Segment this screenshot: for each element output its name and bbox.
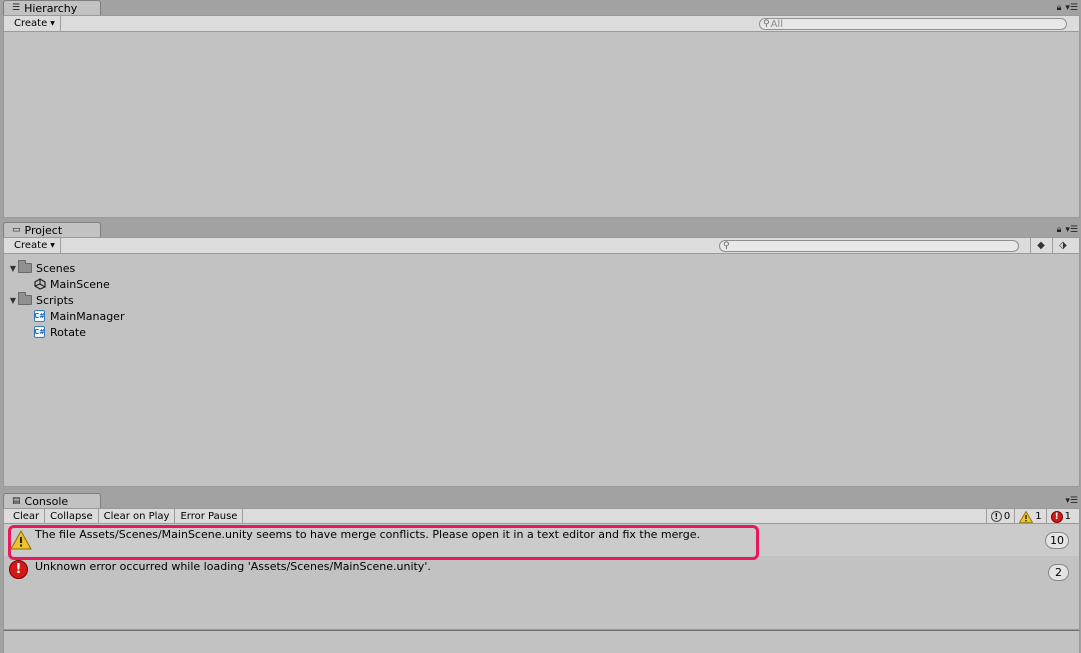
log-entry-warning[interactable]: The file Assets/Scenes/MainScene.unity s… (4, 524, 1079, 556)
unity-scene-icon (34, 278, 46, 290)
error-icon: ! (9, 560, 28, 579)
filter-by-type-button[interactable]: ◆ (1030, 238, 1051, 253)
lock-icon[interactable]: 🔒︎ (1057, 3, 1062, 13)
error-toggle[interactable]: ! 1 (1045, 509, 1075, 524)
console-tab-label: Console (24, 494, 69, 508)
project-tabbar: ▭ Project 🔒︎ ▾☰ (3, 222, 1080, 237)
csharp-script-icon: C# (34, 326, 46, 338)
clear-button[interactable]: Clear (4, 509, 46, 523)
project-search-input[interactable]: ⚲ (719, 240, 1019, 252)
info-count: 0 (1003, 511, 1011, 522)
warning-count: 1 (1035, 511, 1042, 522)
tab-hierarchy[interactable]: ☰ Hierarchy (3, 0, 101, 15)
clear-label: Clear (13, 510, 40, 522)
hierarchy-panel: ☰ Hierarchy 🔒︎ ▾☰ Create ▼ ⚲ All (3, 0, 1080, 218)
warning-toggle[interactable]: 1 (1014, 509, 1045, 524)
folder-tab-icon: ▭ (12, 224, 21, 235)
tree-label: Scripts (36, 293, 74, 307)
project-toolbar: Create ▼ ⚲ ◆ ⬗ (3, 237, 1080, 254)
caret-down-icon: ▼ (50, 242, 55, 249)
log-message: The file Assets/Scenes/MainScene.unity s… (35, 528, 700, 541)
hierarchy-tab-label: Hierarchy (24, 1, 78, 15)
console-tab-icon: ▤ (12, 495, 21, 506)
tree-label: Scenes (36, 261, 76, 275)
log-entry-error[interactable]: ! Unknown error occurred while loading '… (4, 556, 1079, 588)
tree-item-mainscene[interactable]: MainScene (4, 276, 1079, 292)
error-icon: ! (1050, 510, 1063, 523)
create-label: Create (14, 240, 48, 251)
log-count-badge: 2 (1048, 564, 1069, 581)
hierarchy-search-input[interactable]: ⚲ All (759, 18, 1067, 30)
search-icon: ⚲ (723, 241, 730, 251)
tree-label: MainScene (50, 277, 110, 291)
tree-folder-scripts[interactable]: ▼ Scripts (4, 292, 1079, 308)
tree-label: MainManager (50, 309, 125, 323)
log-count-badge: 10 (1045, 532, 1069, 549)
hierarchy-content[interactable] (3, 32, 1080, 218)
console-tabbar: ▤ Console ▾☰ (3, 493, 1080, 508)
hierarchy-toolbar: Create ▼ ⚲ All (3, 15, 1080, 32)
tag-icon: ⬗ (1059, 240, 1067, 251)
tree-item-mainmanager[interactable]: C# MainManager (4, 308, 1079, 324)
warning-icon (1019, 510, 1034, 523)
error-pause-button[interactable]: Error Pause (175, 509, 244, 523)
filter-by-label-button[interactable]: ⬗ (1052, 238, 1073, 253)
expand-arrow-icon[interactable]: ▼ (8, 264, 18, 273)
clear-on-play-button[interactable]: Clear on Play (99, 509, 176, 523)
console-log-list: The file Assets/Scenes/MainScene.unity s… (3, 524, 1080, 630)
collapse-button[interactable]: Collapse (45, 509, 99, 523)
console-detail-pane[interactable] (3, 630, 1080, 653)
project-tab-label: Project (24, 223, 63, 237)
hierarchy-tab-controls: 🔒︎ ▾☰ (1057, 2, 1078, 14)
search-placeholder: All (770, 18, 783, 30)
tree-folder-scenes[interactable]: ▼ Scenes (4, 260, 1079, 276)
console-toolbar: Clear Collapse Clear on Play Error Pause… (3, 508, 1080, 524)
project-panel: ▭ Project 🔒︎ ▾☰ Create▼ ⚲ ◆ ⬗ ▼ Scenes (3, 222, 1080, 488)
console-panel: ▤ Console ▾☰ Clear Collapse Clear on Pla… (3, 493, 1080, 653)
error-count: 1 (1064, 511, 1071, 522)
create-label: Create (14, 18, 48, 29)
tab-project[interactable]: ▭ Project (3, 222, 101, 237)
csharp-script-icon: C# (34, 310, 46, 322)
info-toggle[interactable]: ! 0 (985, 509, 1014, 524)
hierarchy-tabbar: ☰ Hierarchy 🔒︎ ▾☰ (3, 0, 1080, 15)
project-tab-controls: 🔒︎ ▾☰ (1057, 224, 1078, 236)
menu-icon[interactable]: ▾☰ (1065, 3, 1078, 13)
menu-icon[interactable]: ▾☰ (1065, 225, 1078, 235)
clear-on-play-label: Clear on Play (103, 510, 170, 522)
project-create-button[interactable]: Create ▼ (4, 238, 61, 253)
collapse-label: Collapse (50, 510, 93, 522)
folder-icon (18, 260, 32, 273)
warning-icon (10, 530, 32, 550)
log-counters: ! 0 1 ! 1 (985, 509, 1075, 524)
log-message: Unknown error occurred while loading 'As… (35, 560, 431, 573)
tab-console[interactable]: ▤ Console (3, 493, 101, 508)
tree-label: Rotate (50, 325, 87, 339)
list-icon: ☰ (12, 2, 21, 13)
search-icon: ⚲ (763, 19, 770, 29)
project-content: ▼ Scenes MainScene ▼ Scripts C# MainMana… (3, 254, 1080, 487)
menu-icon[interactable]: ▾☰ (1065, 496, 1078, 506)
expand-arrow-icon[interactable]: ▼ (8, 296, 18, 305)
error-pause-label: Error Pause (180, 510, 238, 522)
info-icon: ! (990, 511, 1002, 522)
lock-icon[interactable]: 🔒︎ (1057, 225, 1062, 235)
tree-item-rotate[interactable]: C# Rotate (4, 324, 1079, 340)
console-tab-controls: ▾☰ (1065, 495, 1078, 507)
hierarchy-create-button[interactable]: Create ▼ (4, 16, 61, 31)
folder-icon (18, 292, 32, 305)
caret-down-icon: ▼ (50, 20, 55, 27)
shapes-icon: ◆ (1037, 240, 1045, 251)
